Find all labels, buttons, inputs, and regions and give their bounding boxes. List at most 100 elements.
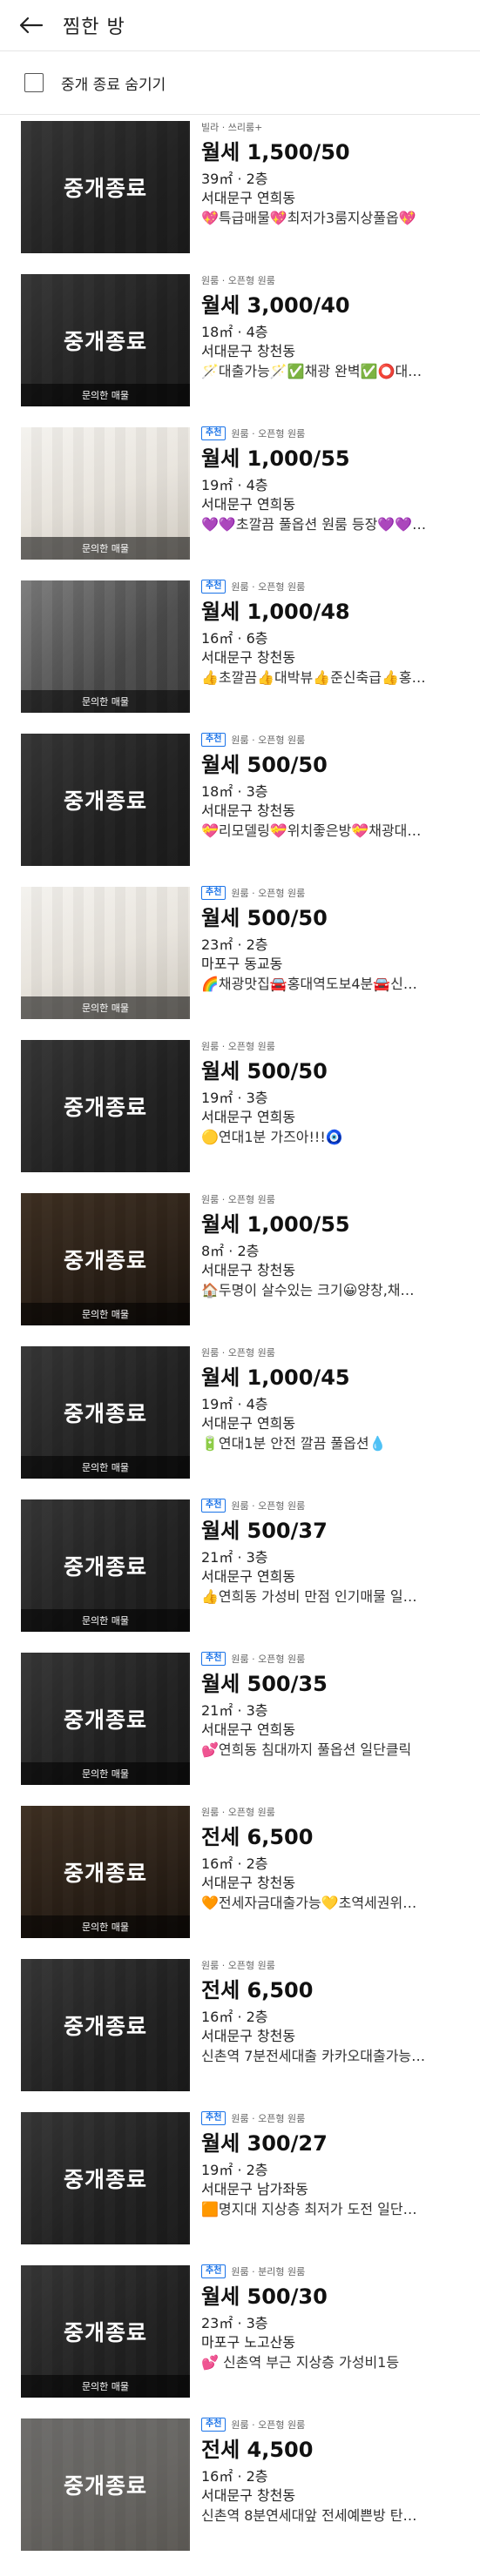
room-info: 원룸 · 오픈형 원룸 월세 3,000/40 18㎡ · 4층 서대문구 창천… xyxy=(201,272,463,382)
room-price: 전세 6,500 xyxy=(201,1978,314,2002)
room-price: 월세 500/35 xyxy=(201,1672,328,1696)
room-card[interactable]: 중개종료 추천 원룸 · 오픈형 원룸 월세 500/50 18㎡ · 3층 서… xyxy=(0,727,480,880)
room-price: 월세 3,000/40 xyxy=(201,293,350,318)
room-thumbnail[interactable]: 중개종료 문의한 매물 xyxy=(21,1346,190,1479)
room-type: 원룸 · 오픈형 원룸 xyxy=(231,735,306,746)
room-card[interactable]: 문의한 매물 추천 원룸 · 오픈형 원룸 월세 1,000/48 16㎡ · … xyxy=(0,574,480,727)
ended-label: 중개종료 xyxy=(63,1707,147,1733)
room-info: 추천 원룸 · 오픈형 원룸 월세 300/27 19㎡ · 2층 서대문구 남… xyxy=(201,2110,463,2220)
room-price: 월세 1,000/48 xyxy=(201,600,350,624)
ended-overlay: 중개종료 xyxy=(21,734,190,866)
room-card[interactable]: 중개종료 빌라 · 쓰리룸+ 월세 1,500/50 39㎡ · 2층 서대문구… xyxy=(0,114,480,267)
room-thumbnail[interactable]: 중개종료 xyxy=(21,2418,190,2551)
room-thumbnail[interactable]: 문의한 매물 xyxy=(21,887,190,1019)
room-type: 원룸 · 오픈형 원룸 xyxy=(231,1500,306,1512)
room-card[interactable]: 중개종료 문의한 매물 추천 원룸 · 오픈형 원룸 월세 500/37 21㎡… xyxy=(0,1493,480,1646)
room-price: 월세 300/27 xyxy=(201,2131,328,2156)
room-card[interactable]: 중개종료 문의한 매물 원룸 · 오픈형 원룸 월세 3,000/40 18㎡ … xyxy=(0,267,480,420)
room-location: 서대문구 연희동 xyxy=(201,190,296,206)
recommend-badge: 추천 xyxy=(201,2111,226,2125)
room-thumbnail[interactable]: 중개종료 문의한 매물 xyxy=(21,1499,190,1632)
room-size-floor: 21㎡ · 3층 xyxy=(201,1549,268,1566)
inquired-badge: 문의한 매물 xyxy=(21,1609,190,1632)
room-description: 🏠두명이 살수있는 크기😀양창,채… xyxy=(201,1282,415,1298)
room-tagline: 추천 원룸 · 오픈형 원룸 xyxy=(201,2417,463,2432)
ended-label: 중개종료 xyxy=(63,2167,147,2192)
room-card[interactable]: 중개종료 원룸 · 오픈형 원룸 전세 6,500 16㎡ · 2층 서대문구 … xyxy=(0,1952,480,2105)
room-tagline: 추천 원룸 · 오픈형 원룸 xyxy=(201,1651,463,1667)
room-info: 추천 원룸 · 오픈형 원룸 월세 500/50 23㎡ · 2층 마포구 동교… xyxy=(201,885,463,995)
room-size-floor: 19㎡ · 2층 xyxy=(201,2162,268,2178)
room-thumbnail[interactable]: 중개종료 xyxy=(21,121,190,253)
room-location: 서대문구 창천동 xyxy=(201,1262,296,1278)
inquired-badge: 문의한 매물 xyxy=(21,996,190,1019)
room-card[interactable]: 중개종료 원룸 · 오픈형 원룸 월세 500/50 19㎡ · 3층 서대문구… xyxy=(0,1033,480,1186)
room-card[interactable]: 중개종료 문의한 매물 원룸 · 오픈형 원룸 월세 1,000/55 8㎡ ·… xyxy=(0,1186,480,1339)
room-price: 전세 4,500 xyxy=(201,2438,314,2462)
room-info: 추천 원룸 · 오픈형 원룸 월세 500/35 21㎡ · 3층 서대문구 연… xyxy=(201,1651,463,1761)
room-thumbnail[interactable]: 중개종료 문의한 매물 xyxy=(21,2265,190,2398)
room-thumbnail[interactable]: 중개종료 문의한 매물 xyxy=(21,1806,190,1938)
room-price: 월세 500/50 xyxy=(201,1059,328,1083)
room-size-floor: 16㎡ · 2층 xyxy=(201,2009,268,2025)
room-card[interactable]: 문의한 매물 추천 원룸 · 오픈형 원룸 월세 500/50 23㎡ · 2층… xyxy=(0,880,480,1033)
room-size-floor: 16㎡ · 6층 xyxy=(201,630,268,647)
room-card[interactable]: 중개종료 추천 원룸 · 오픈형 원룸 전세 4,500 16㎡ · 2층 서대… xyxy=(0,2412,480,2565)
room-info: 빌라 · 쓰리룸+ 월세 1,500/50 39㎡ · 2층 서대문구 연희동 … xyxy=(201,119,463,229)
ended-label: 중개종료 xyxy=(63,1095,147,1120)
room-location: 서대문구 연희동 xyxy=(201,1109,296,1125)
inquired-badge: 문의한 매물 xyxy=(21,1762,190,1785)
room-type: 원룸 · 오픈형 원룸 xyxy=(201,1194,275,1205)
room-thumbnail[interactable]: 문의한 매물 xyxy=(21,427,190,560)
room-description: 신촌역 8분연세대앞 전세예쁜방 탄… xyxy=(201,2507,417,2524)
inquired-badge: 문의한 매물 xyxy=(21,384,190,406)
room-thumbnail[interactable]: 중개종료 xyxy=(21,2112,190,2244)
room-description: 💖특급매물💖최저가3룸지상풀옵💖 xyxy=(201,210,416,226)
room-card[interactable]: 중개종료 문의한 매물 원룸 · 오픈형 원룸 월세 1,000/45 19㎡ … xyxy=(0,1339,480,1493)
room-size-floor: 23㎡ · 3층 xyxy=(201,2315,268,2331)
arrow-left-icon[interactable] xyxy=(17,11,45,39)
room-description: 🪄대출가능🪄✅채광 완벽✅⭕대… xyxy=(201,363,423,379)
room-size-floor: 19㎡ · 3층 xyxy=(201,1090,268,1106)
room-thumbnail[interactable]: 중개종료 문의한 매물 xyxy=(21,274,190,406)
room-info: 원룸 · 오픈형 원룸 월세 1,000/45 19㎡ · 4층 서대문구 연희… xyxy=(201,1345,463,1454)
room-tagline: 원룸 · 오픈형 원룸 xyxy=(201,1191,463,1207)
room-info: 원룸 · 오픈형 원룸 전세 6,500 16㎡ · 2층 서대문구 창천동 신… xyxy=(201,1957,463,2067)
room-tagline: 추천 원룸 · 분리형 원룸 xyxy=(201,2264,463,2279)
room-thumbnail[interactable]: 문의한 매물 xyxy=(21,580,190,713)
room-tagline: 추천 원룸 · 오픈형 원룸 xyxy=(201,885,463,901)
room-description: 🧡전세자금대출가능💛초역세권위… xyxy=(201,1895,417,1911)
inquired-badge: 문의한 매물 xyxy=(21,2375,190,2398)
room-tagline: 추천 원룸 · 오픈형 원룸 xyxy=(201,2110,463,2126)
hide-ended-label[interactable]: 중개 종료 숨기기 xyxy=(61,72,166,94)
room-tagline: 추천 원룸 · 오픈형 원룸 xyxy=(201,426,463,441)
room-location: 서대문구 창천동 xyxy=(201,2487,296,2504)
room-size-floor: 21㎡ · 3층 xyxy=(201,1702,268,1719)
room-tagline: 빌라 · 쓰리룸+ xyxy=(201,119,463,135)
filter-bar: 중개 종료 숨기기 xyxy=(0,51,480,115)
room-type: 원룸 · 오픈형 원룸 xyxy=(201,1347,275,1358)
room-price: 월세 1,500/50 xyxy=(201,140,350,164)
room-card[interactable]: 문의한 매물 추천 원룸 · 오픈형 원룸 월세 1,000/55 19㎡ · … xyxy=(0,420,480,574)
room-location: 마포구 동교동 xyxy=(201,956,283,972)
room-card[interactable]: 중개종료 추천 원룸 · 오픈형 원룸 월세 300/27 19㎡ · 2층 서… xyxy=(0,2105,480,2258)
room-size-floor: 16㎡ · 2층 xyxy=(201,1855,268,1872)
room-type: 원룸 · 오픈형 원룸 xyxy=(201,1960,275,1971)
room-thumbnail[interactable]: 중개종료 xyxy=(21,1959,190,2091)
room-price: 월세 500/50 xyxy=(201,906,328,930)
ended-overlay: 중개종료 xyxy=(21,1959,190,2091)
room-info: 추천 원룸 · 오픈형 원룸 전세 4,500 16㎡ · 2층 서대문구 창천… xyxy=(201,2417,463,2526)
room-location: 서대문구 연희동 xyxy=(201,496,296,513)
room-thumbnail[interactable]: 중개종료 문의한 매물 xyxy=(21,1653,190,1785)
room-size-floor: 23㎡ · 2층 xyxy=(201,936,268,953)
room-thumbnail[interactable]: 중개종료 xyxy=(21,734,190,866)
room-card[interactable]: 중개종료 문의한 매물 추천 원룸 · 오픈형 원룸 월세 500/35 21㎡… xyxy=(0,1646,480,1799)
room-thumbnail[interactable]: 중개종료 xyxy=(21,1040,190,1172)
room-card[interactable]: 중개종료 문의한 매물 추천 원룸 · 분리형 원룸 월세 500/30 23㎡… xyxy=(0,2258,480,2412)
room-card[interactable]: 중개종료 문의한 매물 원룸 · 오픈형 원룸 전세 6,500 16㎡ · 2… xyxy=(0,1799,480,1952)
hide-ended-checkbox[interactable] xyxy=(24,73,44,92)
room-thumbnail[interactable]: 중개종료 문의한 매물 xyxy=(21,1193,190,1325)
room-location: 서대문구 창천동 xyxy=(201,649,296,666)
ended-label: 중개종료 xyxy=(63,788,147,814)
inquired-badge: 문의한 매물 xyxy=(21,537,190,560)
